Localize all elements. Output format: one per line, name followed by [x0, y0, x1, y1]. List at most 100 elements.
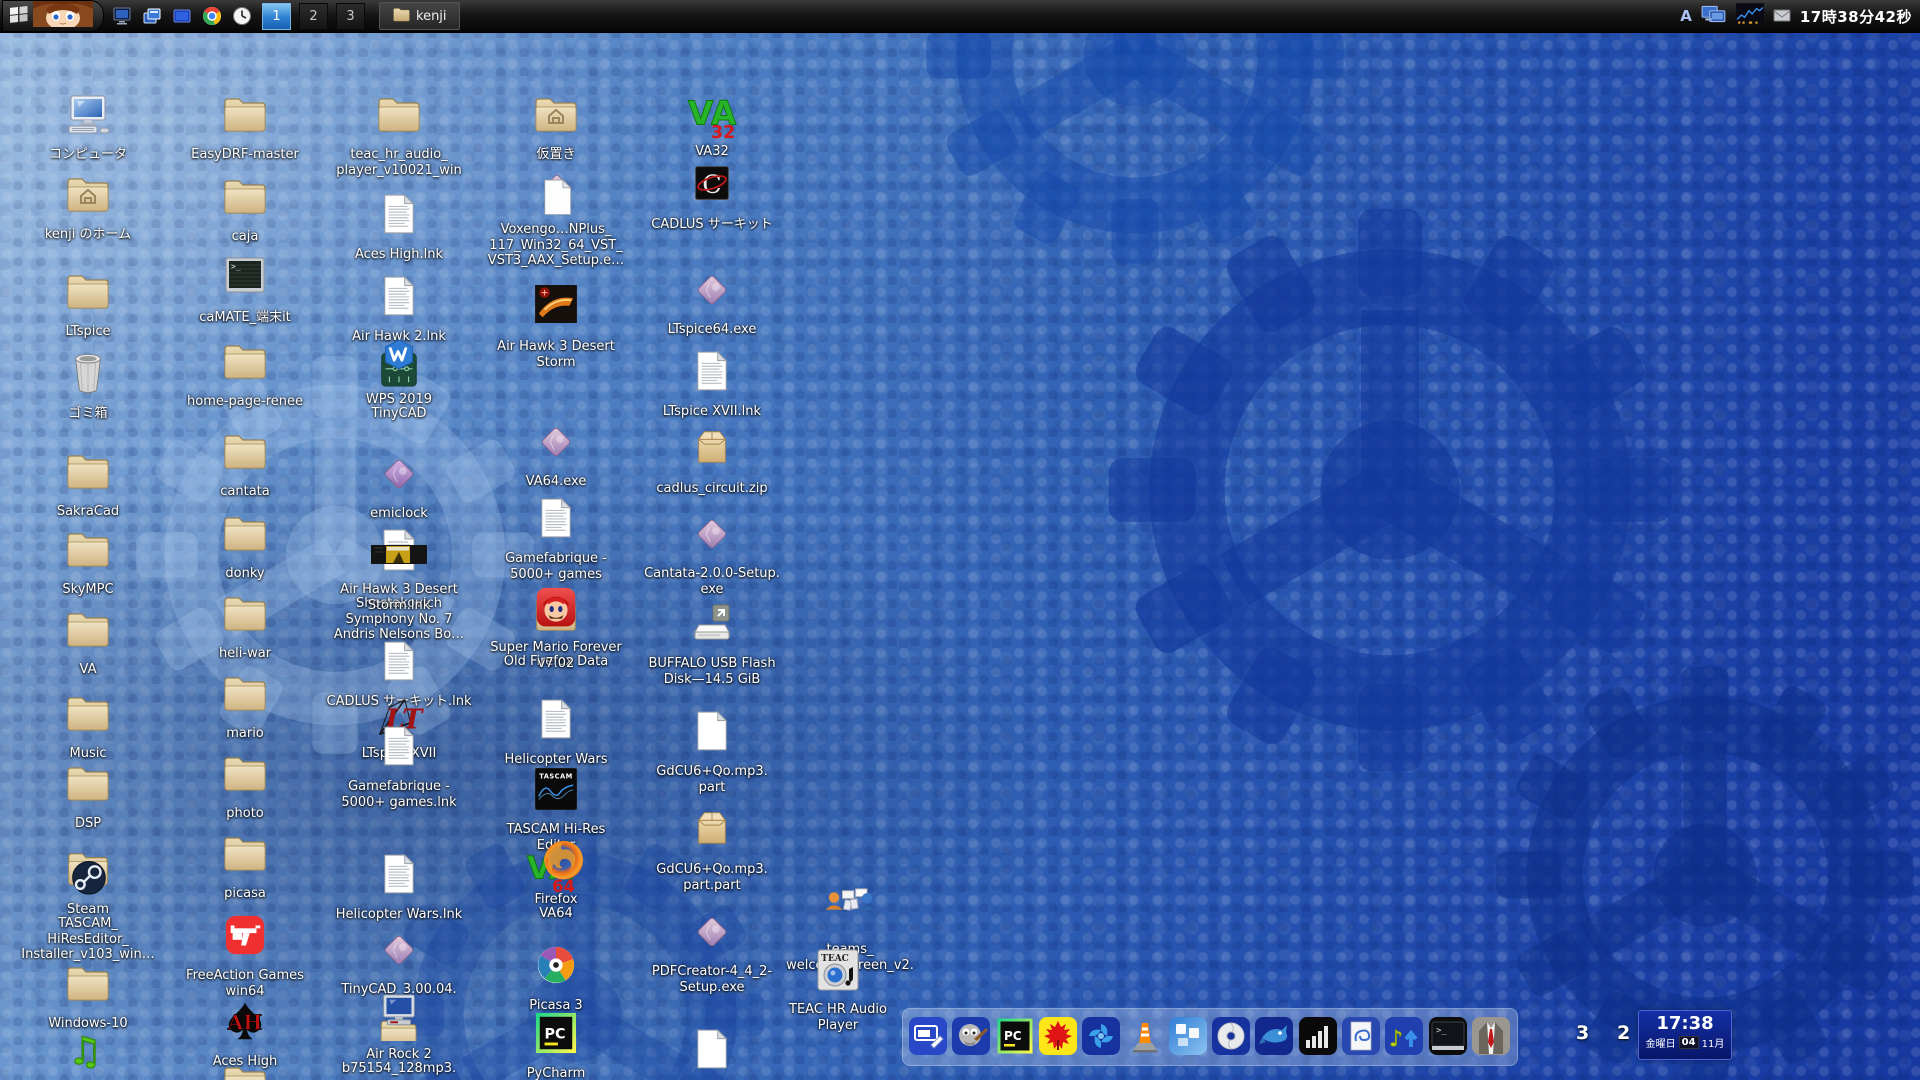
desktop-icon-buffalo-usb-flash-disk-14-5-gib[interactable]: BUFFALO USB Flash Disk—14.5 GiB — [637, 602, 787, 652]
desktop-icon-cadlus-circuit-zip[interactable]: cadlus_circuit.zip — [637, 427, 787, 477]
desktop-icon-dsp[interactable]: DSP — [13, 762, 163, 812]
dock-wine-suit-app-icon[interactable] — [1471, 1016, 1511, 1056]
desktop-icon-photo[interactable]: photo — [170, 752, 320, 802]
svg-text:TEAC: TEAC — [821, 954, 849, 964]
desktop-icon-picasa[interactable]: picasa — [170, 832, 320, 882]
dock-terminal-icon[interactable]: >_ — [1428, 1016, 1468, 1056]
desktop-icon-va[interactable]: VA — [13, 608, 163, 658]
system-monitor-icon[interactable] — [1736, 3, 1764, 29]
desktop-icon-mario[interactable]: mario — [170, 672, 320, 722]
desktop-icon-cantata-2-0-0-setup-exe[interactable]: Cantata-2.0.0-Setup. exe — [637, 512, 787, 562]
dock-pycharm-icon[interactable]: PC — [995, 1016, 1035, 1056]
cadlus-icon: C — [637, 163, 787, 213]
freeaction-icon — [170, 914, 320, 964]
file-manager-icon[interactable] — [140, 4, 164, 28]
desktop-icon-folder-partial[interactable]: ゴミ箱 — [13, 352, 163, 402]
dock-audio-meter-icon[interactable] — [1298, 1016, 1338, 1056]
desktop-icon-gdcu6-qo-mp3-part[interactable]: GdCU6+Qo.mp3. part — [637, 710, 787, 760]
desktop-icon-cadlus[interactable]: CCADLUS サーキット — [637, 163, 787, 213]
desktop-icon-picasa-3[interactable]: Picasa 3 — [481, 944, 631, 994]
desktop-icon-wps-2019[interactable]: TinyCADWPS 2019 — [324, 338, 474, 388]
start-menu-button[interactable] — [2, 0, 104, 32]
desktop-icon-skympc[interactable]: SkyMPC — [13, 528, 163, 578]
display-settings-icon[interactable] — [1701, 3, 1727, 29]
dock-blue-swirl-app-icon[interactable] — [1081, 1016, 1121, 1056]
desktop-icon-donky[interactable]: donky — [170, 512, 320, 562]
desktop-icon-voxengo-nplus-117-win32-64-vst-v[interactable]: Voxengo…NPlus_ 117_Win32_64_VST_ VST3_AA… — [481, 168, 631, 218]
desktop-icon-microsoft-edge[interactable]: microsoft-edge. — [637, 1028, 787, 1078]
chrome-icon[interactable] — [200, 4, 224, 28]
dock-screenshot-tool-icon[interactable] — [908, 1016, 948, 1056]
dock-music-converter-icon[interactable]: ♪ — [1384, 1016, 1424, 1056]
clock-launcher-icon[interactable] — [230, 4, 254, 28]
diamond-icon — [481, 420, 631, 470]
mail-notification-icon[interactable] — [1773, 7, 1791, 26]
desktop-icon-caja[interactable]: caja — [170, 175, 320, 225]
workspace-2[interactable]: 2 — [299, 3, 328, 30]
desktop-icon-home-page-renee[interactable]: home-page-renee — [170, 340, 320, 390]
desktop-icon-pycharm[interactable]: PCPyCharm — [481, 1012, 631, 1062]
panel-clock[interactable]: 17時38分42秒 — [1800, 6, 1912, 27]
input-method-indicator[interactable]: A — [1680, 7, 1692, 25]
desktop-icon-folder-partial[interactable] — [170, 1062, 320, 1080]
icon-label: FreeAction Games win64 — [168, 968, 322, 999]
window-list-item-kenji[interactable]: kenji — [379, 2, 460, 30]
desktop-icon-folder-partial[interactable]: コンピュータ — [13, 93, 163, 143]
desktop-icon-gamefabrique-5000-games[interactable]: Gamefabrique - 5000+ games — [481, 497, 631, 547]
desktop-icon-easydrf-master[interactable]: EasyDRF-master — [170, 93, 320, 143]
dock-window-tiles-app-icon[interactable] — [1168, 1016, 1208, 1056]
dock-disc-burner-icon[interactable] — [1211, 1016, 1251, 1056]
desktop-icon-tascam-hi-res-editor[interactable]: TASCAMTASCAM Hi-Res Editor — [481, 768, 631, 818]
desktop-icon-cadlus-lnk[interactable]: CADLUS サーキット.lnk — [324, 640, 474, 690]
desktop-icon-sakracad[interactable]: SakraCad — [13, 450, 163, 500]
desktop-icon-va64-exe[interactable]: VA64.exe — [481, 420, 631, 470]
dock-gimp-icon[interactable] — [951, 1016, 991, 1056]
desktop-icon-camate-it[interactable]: >_caMATE_端末it — [170, 256, 320, 306]
folder-icon — [13, 528, 163, 578]
desktop-icon-aces-high[interactable]: AHAces High — [170, 1000, 320, 1050]
desktop-icon-music[interactable]: Music — [13, 692, 163, 742]
desktop-icon-ltspice[interactable]: LTspice — [13, 270, 163, 320]
desktop-icon-air-rock-2[interactable]: b75154_128mp3.Air Rock 2 — [324, 993, 474, 1043]
desktop-icon-kenji[interactable]: kenji のホーム — [13, 173, 163, 223]
screensaver-icon[interactable] — [170, 4, 194, 28]
desktop-icon-freeaction-games-win64[interactable]: FreeAction Games win64 — [170, 914, 320, 964]
desktop-icon-air-hawk-2-lnk[interactable]: Air Hawk 2.lnk — [324, 275, 474, 325]
desktop-icon-teac-hr-audio-player[interactable]: TEACTEAC HR Audio Player — [763, 948, 913, 998]
desktop-icon-ltspice64-exe[interactable]: LTspice64.exe — [637, 268, 787, 318]
icon-label: Air Hawk 3 Desert Storm — [479, 339, 633, 370]
tascam-icon: TASCAM — [481, 768, 631, 818]
desktop-icon-gamefabrique-5000-games-lnk[interactable]: Gamefabrique - 5000+ games.lnk — [324, 725, 474, 775]
dock-bluefish-icon[interactable] — [1254, 1016, 1294, 1056]
desktop-icon-steam[interactable]: TASCAM_ HiResEditor_ Installer_v103_win…… — [13, 848, 163, 898]
desktop-icon-ltspice-xvii-lnk[interactable]: LTspice XVII.lnk — [637, 350, 787, 400]
icon-label: Firefox — [479, 892, 633, 908]
desktop-icon-aces-high-lnk[interactable]: Aces High.lnk — [324, 193, 474, 243]
dock-document-swirl-app-icon[interactable] — [1341, 1016, 1381, 1056]
desktop-icon-gdcu6-qo-mp3-part-part[interactable]: GdCU6+Qo.mp3. part.part — [637, 808, 787, 858]
drive-icon — [637, 602, 787, 652]
dock-maple-leaf-app-icon[interactable] — [1038, 1016, 1078, 1056]
desktop-icon-air-hawk-3-desert-storm[interactable]: Air Hawk 3 Desert Storm — [481, 285, 631, 335]
workspace-1[interactable]: 1 — [262, 3, 291, 30]
desktop-icon-teams-welcomescreen-v2[interactable]: teams_ welcomescreen_v2. — [775, 888, 925, 938]
desktop-icon-heli-war[interactable]: heli-war — [170, 592, 320, 642]
desktop-icon-firefox[interactable]: VA64VA64Firefox — [481, 838, 631, 888]
desktop-icon-cantata[interactable]: cantata — [170, 430, 320, 480]
dock-vlc-icon[interactable] — [1125, 1016, 1165, 1056]
desktop-icon-folder-partial[interactable]: 仮置き — [481, 93, 631, 143]
desktop-icon-emiclock[interactable]: emiclock — [324, 452, 474, 502]
desktop-icon-folder-partial[interactable]: ♫ — [13, 1026, 163, 1076]
desktop-icon-helicopter-wars-lnk[interactable]: Helicopter Wars.lnk — [324, 853, 474, 903]
desktop-icon-windows-10[interactable]: Windows-10 — [13, 962, 163, 1012]
desktop-icon-super-mario-forever-v7-02[interactable]: Old Firefox DataSuper Mario Forever v7.0… — [481, 586, 631, 636]
desktop-icon-helicopter-wars[interactable]: Helicopter Wars — [481, 698, 631, 748]
show-desktop-icon[interactable] — [110, 4, 134, 28]
desktop-icon-va32[interactable]: VA32VA32 — [637, 90, 787, 140]
clock-widget[interactable]: 17:38 金曜日 04 11月 — [1638, 1010, 1732, 1060]
desktop-icon-tinycad-3-00-04-exe[interactable]: TinyCAD_3.00.04. exe — [324, 928, 474, 978]
desktop-icon-teac-hr-audio-player-v10021-win[interactable]: teac_hr_audio_ player_v10021_win — [324, 93, 474, 143]
workspace-3[interactable]: 3 — [336, 3, 365, 30]
desktop-icon-air-hawk-3-desert-storm-lnk[interactable]: Shostakovich Symphony No. 7 Andris Nelso… — [324, 528, 474, 578]
icon-label: photo — [168, 806, 322, 822]
